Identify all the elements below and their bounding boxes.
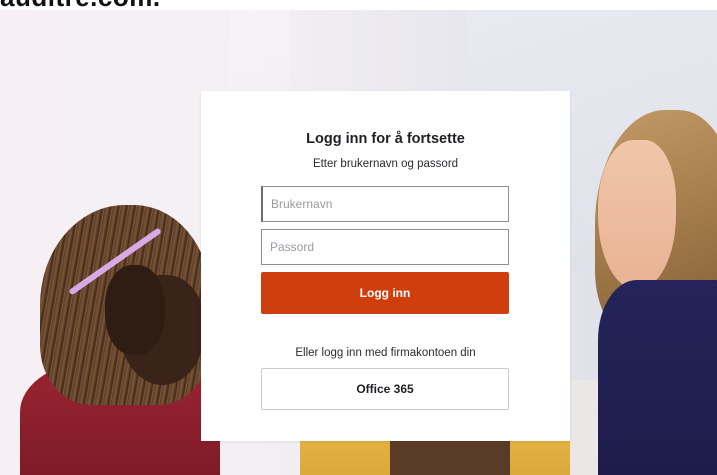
password-input[interactable] <box>261 229 509 265</box>
login-title: Logg inn for å fortsette <box>306 131 465 147</box>
alt-login-text: Eller logg inn med firmakontoen din <box>295 347 476 359</box>
office365-login-button[interactable]: Office 365 <box>261 368 509 410</box>
login-subtitle: Etter brukernavn og passord <box>312 158 459 170</box>
login-button[interactable]: Logg inn <box>261 272 509 314</box>
background-person-right <box>598 280 717 475</box>
background-person-left-hand <box>105 265 165 355</box>
top-brand-band: auditre.com. <box>0 0 717 10</box>
login-page: auditre.com. Logg inn for å fortsette Et… <box>0 0 717 475</box>
login-card: Logg inn for å fortsette Etter brukernav… <box>201 91 570 441</box>
background-person-right-face <box>598 140 676 290</box>
brand-text: auditre.com. <box>0 0 161 10</box>
username-input[interactable] <box>261 186 509 222</box>
